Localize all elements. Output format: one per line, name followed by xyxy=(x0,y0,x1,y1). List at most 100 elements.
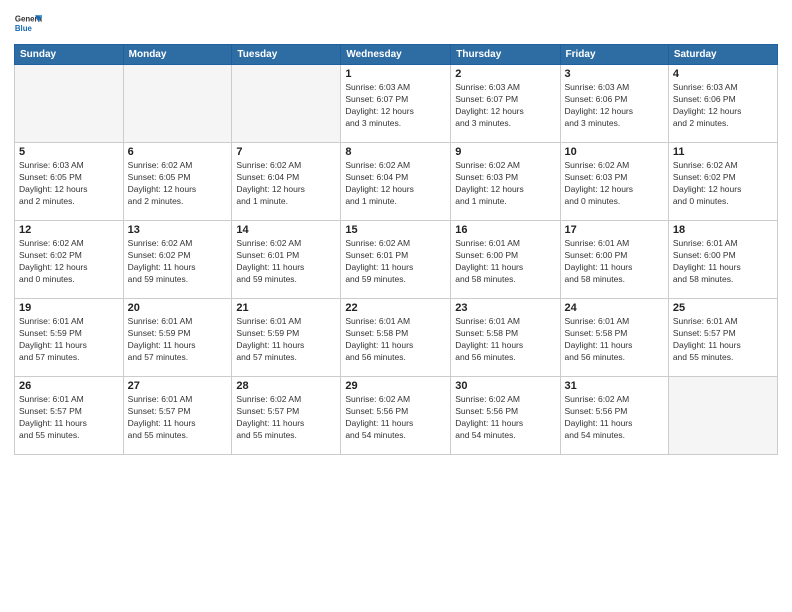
day-number: 1 xyxy=(345,68,446,80)
day-cell: 4 Sunrise: 6:03 AM Sunset: 6:06 PM Daylig… xyxy=(668,65,777,143)
day-cell: 10 Sunrise: 6:02 AM Sunset: 6:03 PM Dayli… xyxy=(560,143,668,221)
day-cell: 17 Sunrise: 6:01 AM Sunset: 6:00 PM Dayli… xyxy=(560,221,668,299)
day-number: 4 xyxy=(673,68,773,80)
day-cell: 15Sunrise: 6:02 AM Sunset: 6:01 PM Dayli… xyxy=(341,221,451,299)
day-info: Sunrise: 6:03 AM Sunset: 6:07 PM Dayligh… xyxy=(455,82,555,130)
day-info: Sunrise: 6:03 AM Sunset: 6:07 PM Dayligh… xyxy=(345,82,446,130)
day-number: 9 xyxy=(455,146,555,158)
day-info: Sunrise: 6:02 AM Sunset: 6:03 PM Dayligh… xyxy=(455,160,555,208)
day-cell: 19 Sunrise: 6:01 AM Sunset: 5:59 PM Dayli… xyxy=(15,299,124,377)
day-info: Sunrise: 6:02 AM Sunset: 6:04 PM Dayligh… xyxy=(345,160,446,208)
day-cell: 8 Sunrise: 6:02 AM Sunset: 6:04 PM Daylig… xyxy=(341,143,451,221)
day-cell xyxy=(668,377,777,455)
week-row-0: 1 Sunrise: 6:03 AM Sunset: 6:07 PM Daylig… xyxy=(15,65,778,143)
day-number: 15 xyxy=(345,224,446,236)
day-number: 22 xyxy=(345,302,446,314)
day-number: 5 xyxy=(19,146,119,158)
day-cell: 30 Sunrise: 6:02 AM Sunset: 5:56 PM Dayli… xyxy=(451,377,560,455)
day-cell: 13 Sunrise: 6:02 AM Sunset: 6:02 PM Dayli… xyxy=(123,221,232,299)
day-number: 23 xyxy=(455,302,555,314)
day-info: Sunrise: 6:02 AM Sunset: 6:04 PM Dayligh… xyxy=(236,160,336,208)
day-info: Sunrise: 6:01 AM Sunset: 5:57 PM Dayligh… xyxy=(19,394,119,442)
day-cell: 14Sunrise: 6:02 AM Sunset: 6:01 PM Dayli… xyxy=(232,221,341,299)
day-info: Sunrise: 6:01 AM Sunset: 6:00 PM Dayligh… xyxy=(673,238,773,286)
day-number: 12 xyxy=(19,224,119,236)
day-info: Sunrise: 6:01 AM Sunset: 5:59 PM Dayligh… xyxy=(19,316,119,364)
day-number: 31 xyxy=(565,380,664,392)
week-row-1: 5 Sunrise: 6:03 AM Sunset: 6:05 PM Daylig… xyxy=(15,143,778,221)
page: General Blue SundayMondayTuesdayWednesda… xyxy=(0,0,792,612)
day-cell: 28Sunrise: 6:02 AM Sunset: 5:57 PM Dayli… xyxy=(232,377,341,455)
weekday-wednesday: Wednesday xyxy=(341,45,451,65)
weekday-header-row: SundayMondayTuesdayWednesdayThursdayFrid… xyxy=(15,45,778,65)
day-cell: 26 Sunrise: 6:01 AM Sunset: 5:57 PM Dayli… xyxy=(15,377,124,455)
day-info: Sunrise: 6:02 AM Sunset: 5:56 PM Dayligh… xyxy=(455,394,555,442)
day-number: 26 xyxy=(19,380,119,392)
header: General Blue xyxy=(14,10,778,38)
day-number: 19 xyxy=(19,302,119,314)
day-cell: 21 Sunrise: 6:01 AM Sunset: 5:59 PM Dayli… xyxy=(232,299,341,377)
day-info: Sunrise: 6:02 AM Sunset: 5:56 PM Dayligh… xyxy=(345,394,446,442)
day-info: Sunrise: 6:02 AM Sunset: 6:02 PM Dayligh… xyxy=(673,160,773,208)
day-number: 13 xyxy=(128,224,228,236)
day-number: 27 xyxy=(128,380,228,392)
day-number: 2 xyxy=(455,68,555,80)
day-cell: 11 Sunrise: 6:02 AM Sunset: 6:02 PM Dayli… xyxy=(668,143,777,221)
day-cell xyxy=(232,65,341,143)
day-number: 30 xyxy=(455,380,555,392)
day-cell: 6 Sunrise: 6:02 AM Sunset: 6:05 PM Daylig… xyxy=(123,143,232,221)
day-info: Sunrise: 6:03 AM Sunset: 6:06 PM Dayligh… xyxy=(565,82,664,130)
day-number: 21 xyxy=(236,302,336,314)
day-cell: 24Sunrise: 6:01 AM Sunset: 5:58 PM Dayli… xyxy=(560,299,668,377)
day-cell: 3 Sunrise: 6:03 AM Sunset: 6:06 PM Daylig… xyxy=(560,65,668,143)
day-cell: 18 Sunrise: 6:01 AM Sunset: 6:00 PM Dayli… xyxy=(668,221,777,299)
week-row-4: 26 Sunrise: 6:01 AM Sunset: 5:57 PM Dayli… xyxy=(15,377,778,455)
day-number: 29 xyxy=(345,380,446,392)
day-cell xyxy=(123,65,232,143)
day-cell: 16 Sunrise: 6:01 AM Sunset: 6:00 PM Dayli… xyxy=(451,221,560,299)
day-number: 3 xyxy=(565,68,664,80)
day-number: 24 xyxy=(565,302,664,314)
day-cell: 12 Sunrise: 6:02 AM Sunset: 6:02 PM Dayli… xyxy=(15,221,124,299)
week-row-2: 12 Sunrise: 6:02 AM Sunset: 6:02 PM Dayli… xyxy=(15,221,778,299)
day-number: 6 xyxy=(128,146,228,158)
day-info: Sunrise: 6:02 AM Sunset: 6:05 PM Dayligh… xyxy=(128,160,228,208)
svg-text:Blue: Blue xyxy=(15,24,33,33)
day-info: Sunrise: 6:01 AM Sunset: 6:00 PM Dayligh… xyxy=(565,238,664,286)
logo: General Blue xyxy=(14,10,42,38)
day-cell: 7Sunrise: 6:02 AM Sunset: 6:04 PM Daylig… xyxy=(232,143,341,221)
day-number: 10 xyxy=(565,146,664,158)
day-info: Sunrise: 6:02 AM Sunset: 6:01 PM Dayligh… xyxy=(236,238,336,286)
day-info: Sunrise: 6:02 AM Sunset: 6:02 PM Dayligh… xyxy=(128,238,228,286)
day-cell: 20 Sunrise: 6:01 AM Sunset: 5:59 PM Dayli… xyxy=(123,299,232,377)
weekday-sunday: Sunday xyxy=(15,45,124,65)
day-info: Sunrise: 6:01 AM Sunset: 5:57 PM Dayligh… xyxy=(673,316,773,364)
weekday-friday: Friday xyxy=(560,45,668,65)
day-cell: 23 Sunrise: 6:01 AM Sunset: 5:58 PM Dayli… xyxy=(451,299,560,377)
day-number: 8 xyxy=(345,146,446,158)
day-info: Sunrise: 6:03 AM Sunset: 6:05 PM Dayligh… xyxy=(19,160,119,208)
day-info: Sunrise: 6:01 AM Sunset: 5:58 PM Dayligh… xyxy=(455,316,555,364)
weekday-monday: Monday xyxy=(123,45,232,65)
day-info: Sunrise: 6:01 AM Sunset: 5:59 PM Dayligh… xyxy=(236,316,336,364)
day-info: Sunrise: 6:01 AM Sunset: 6:00 PM Dayligh… xyxy=(455,238,555,286)
calendar: SundayMondayTuesdayWednesdayThursdayFrid… xyxy=(14,44,778,455)
day-info: Sunrise: 6:03 AM Sunset: 6:06 PM Dayligh… xyxy=(673,82,773,130)
day-info: Sunrise: 6:02 AM Sunset: 5:56 PM Dayligh… xyxy=(565,394,664,442)
day-cell: 5 Sunrise: 6:03 AM Sunset: 6:05 PM Daylig… xyxy=(15,143,124,221)
day-info: Sunrise: 6:02 AM Sunset: 6:03 PM Dayligh… xyxy=(565,160,664,208)
day-number: 20 xyxy=(128,302,228,314)
day-number: 11 xyxy=(673,146,773,158)
day-cell: 9 Sunrise: 6:02 AM Sunset: 6:03 PM Daylig… xyxy=(451,143,560,221)
day-number: 18 xyxy=(673,224,773,236)
day-info: Sunrise: 6:01 AM Sunset: 5:59 PM Dayligh… xyxy=(128,316,228,364)
day-number: 28 xyxy=(236,380,336,392)
day-number: 16 xyxy=(455,224,555,236)
day-cell xyxy=(15,65,124,143)
logo-icon: General Blue xyxy=(14,10,42,38)
day-number: 25 xyxy=(673,302,773,314)
day-info: Sunrise: 6:01 AM Sunset: 5:58 PM Dayligh… xyxy=(345,316,446,364)
day-info: Sunrise: 6:02 AM Sunset: 6:02 PM Dayligh… xyxy=(19,238,119,286)
day-number: 17 xyxy=(565,224,664,236)
day-cell: 1 Sunrise: 6:03 AM Sunset: 6:07 PM Daylig… xyxy=(341,65,451,143)
